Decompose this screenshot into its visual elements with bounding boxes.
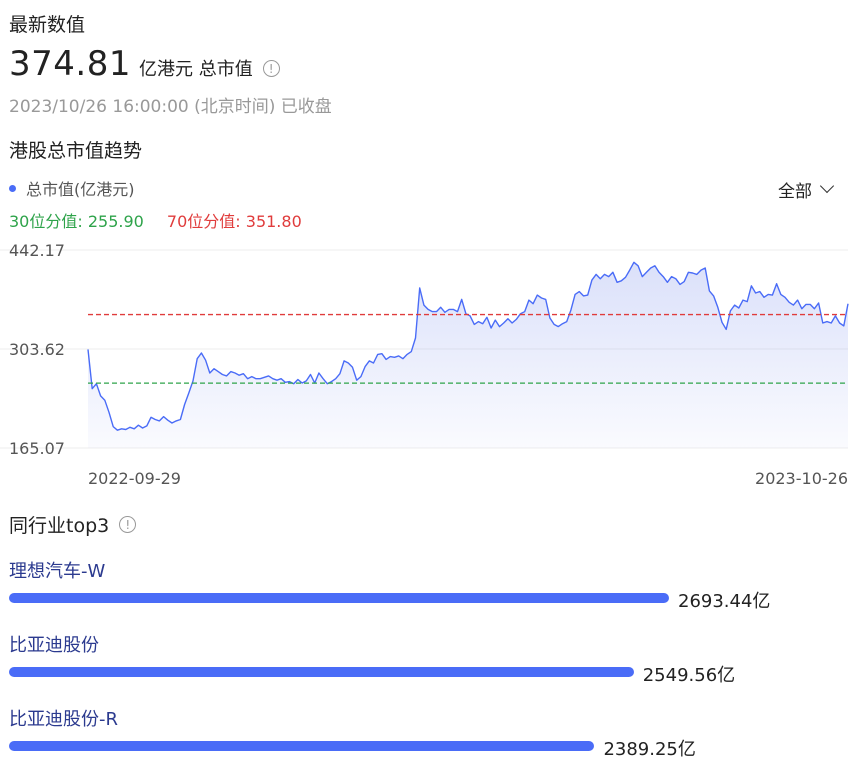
range-select[interactable]: 全部 xyxy=(778,177,835,202)
y-tick-label: 165.07 xyxy=(9,439,65,458)
info-icon[interactable]: ! xyxy=(119,516,137,533)
y-tick-label: 303.62 xyxy=(9,340,65,359)
peer-name[interactable]: 比亚迪股份-R xyxy=(9,705,118,731)
latest-value-label: 最新数值 xyxy=(9,14,86,36)
peer-value: 2693.44亿 xyxy=(678,591,771,612)
legend-dot-icon xyxy=(9,184,16,192)
pct30-label: 30位分值: 255.90 xyxy=(9,212,144,231)
peer-value: 2389.25亿 xyxy=(603,739,696,760)
peer-name[interactable]: 理想汽车-W xyxy=(9,557,105,583)
info-icon[interactable]: ! xyxy=(262,60,280,77)
timestamp: 2023/10/26 16:00:00 (北京时间) 已收盘 xyxy=(9,97,332,117)
peer-value: 2549.56亿 xyxy=(642,665,736,686)
pct70-label: 70位分值: 351.80 xyxy=(166,212,302,231)
peer-name[interactable]: 比亚迪股份 xyxy=(9,631,99,657)
x-tick-label: 2022-09-29 xyxy=(88,469,181,488)
latest-value: 374.81 xyxy=(9,44,131,84)
latest-value-row: 374.81 亿港元 总市值 ! xyxy=(9,44,280,84)
peer-title-text: 同行业top3 xyxy=(9,515,110,537)
peer-bar xyxy=(9,593,669,603)
chart-legend: 总市值(亿港元) xyxy=(9,176,135,200)
value-unit: 亿港元 总市值 xyxy=(138,59,253,80)
trend-title: 港股总市值趋势 xyxy=(9,140,143,162)
chevron-down-icon xyxy=(819,178,835,193)
y-tick-label: 442.17 xyxy=(9,241,65,260)
range-select-value: 全部 xyxy=(778,182,812,202)
peer-bar xyxy=(9,741,595,751)
market-cap-chart[interactable]: 442.17 303.62 165.07 2022-09-29 2023-10-26 xyxy=(0,236,856,496)
peer-bar xyxy=(9,667,634,677)
legend-label: 总市值(亿港元) xyxy=(26,180,135,199)
x-tick-label: 2023-10-26 xyxy=(755,469,848,488)
percentile-row: 30位分值: 255.90 70位分值: 351.80 xyxy=(9,208,302,232)
peer-title: 同行业top3 ! xyxy=(9,511,137,538)
